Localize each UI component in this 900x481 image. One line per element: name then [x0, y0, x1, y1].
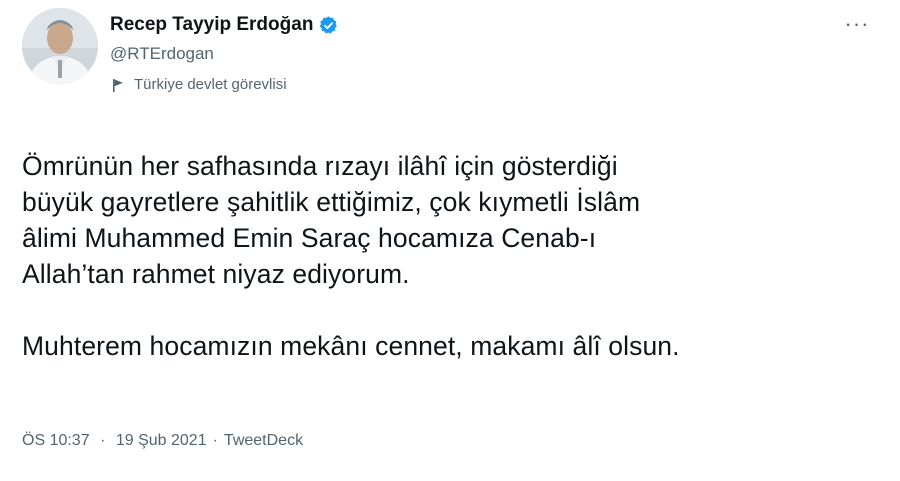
tweet-time: ÖS 10:37	[22, 432, 90, 449]
tweet-paragraph-2: Muhterem hocamızın mekânı cennet, makamı…	[22, 331, 680, 361]
avatar[interactable]	[22, 8, 98, 84]
government-label[interactable]: Türkiye devlet görevlisi	[110, 76, 339, 93]
separator: ·	[100, 432, 106, 449]
more-icon: ···	[844, 11, 870, 36]
tweet-line: Ömrünün her safhasında rızayı ilâhî için…	[22, 151, 618, 181]
user-handle[interactable]: @RTErdogan	[110, 44, 339, 64]
tweet-line: âlimi Muhammed Emin Saraç hocamıza Cenab…	[22, 223, 597, 253]
avatar-image	[22, 8, 98, 84]
government-label-text: Türkiye devlet görevlisi	[134, 76, 287, 93]
tweet-metadata: ÖS 10:37 · 19 Şub 2021 · TweetDeck	[22, 432, 303, 450]
more-button[interactable]: ···	[844, 11, 870, 36]
verified-badge-icon	[318, 15, 339, 36]
flag-icon	[110, 77, 126, 93]
tweet-text: Ömrünün her safhasında rızayı ilâhî için…	[22, 148, 882, 364]
tweet-date: 19 Şub 2021	[115, 432, 207, 449]
name-row: Recep Tayyip Erdoğan	[110, 12, 339, 38]
tweet-card: Recep Tayyip Erdoğan @RTErdogan Türkiye …	[0, 0, 900, 481]
separator: ·	[212, 432, 218, 449]
tweet-timestamp[interactable]: ÖS 10:37 · 19 Şub 2021	[22, 432, 207, 450]
tweet-line: büyük gayretlere şahitlik ettiğimiz, çok…	[22, 187, 641, 217]
tweet-header: Recep Tayyip Erdoğan @RTErdogan Türkiye …	[110, 12, 339, 93]
tweet-line: Allah’tan rahmet niyaz ediyorum.	[22, 259, 410, 289]
display-name[interactable]: Recep Tayyip Erdoğan	[110, 14, 313, 36]
tweet-source-link[interactable]: TweetDeck	[224, 432, 303, 450]
tweet-paragraph-1: Ömrünün her safhasında rızayı ilâhî için…	[22, 148, 882, 292]
